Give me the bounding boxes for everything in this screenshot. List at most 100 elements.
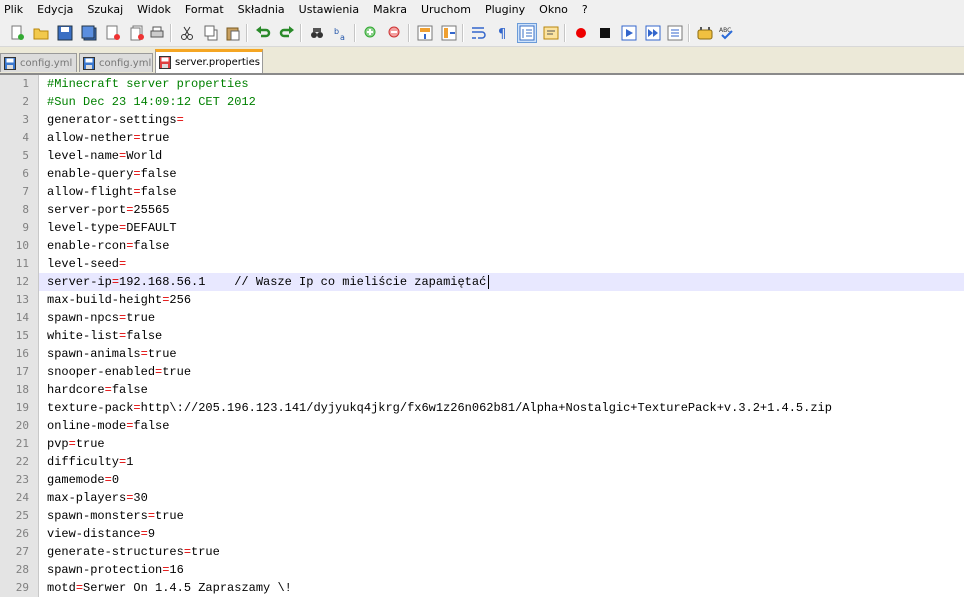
editor[interactable]: 1 2 3 4 5 6 7 8 9 10 11 12 13 14 15 16 17 18 19 20 21 22 23 24 2…	[0, 75, 964, 597]
property-key: difficulty	[47, 455, 120, 469]
code-line[interactable]: spawn-monsters=true	[39, 507, 964, 525]
sync-vertical-button[interactable]	[415, 23, 435, 43]
open-file-button[interactable]	[31, 23, 51, 43]
svg-text:a: a	[340, 33, 345, 41]
code-line[interactable]: allow-nether=true	[39, 129, 964, 147]
code-line[interactable]: level-name=World	[39, 147, 964, 165]
show-all-chars-button[interactable]: ¶	[493, 23, 513, 43]
code-line[interactable]: hardcore=false	[39, 381, 964, 399]
code-line[interactable]: view-distance=9	[39, 525, 964, 543]
plugin-button[interactable]	[695, 23, 715, 43]
code-line[interactable]: level-type=DEFAULT	[39, 219, 964, 237]
paste-button[interactable]	[223, 23, 243, 43]
menu-item-6[interactable]: Składnia	[231, 0, 292, 20]
record-macro-button[interactable]	[571, 23, 591, 43]
code-line[interactable]: max-build-height=256	[39, 291, 964, 309]
word-wrap-button[interactable]	[469, 23, 489, 43]
property-key: pvp	[47, 437, 69, 451]
property-value: true	[147, 347, 177, 361]
close-all-button[interactable]	[127, 23, 147, 43]
copy-button[interactable]	[201, 23, 221, 43]
menu-item-7[interactable]: Ustawienia	[292, 0, 366, 20]
cut-button[interactable]	[177, 23, 197, 43]
code-line[interactable]: texture-pack=http\://205.196.123.141/dyj…	[39, 399, 964, 417]
line-number: 7	[22, 185, 29, 198]
sync-horizontal-button[interactable]	[439, 23, 459, 43]
tab-1[interactable]: config.yml	[0, 53, 77, 72]
spell-check-icon: ABC	[719, 25, 735, 41]
code-line[interactable]: online-mode=false	[39, 417, 964, 435]
menu-item-4[interactable]: Widok	[130, 0, 178, 20]
property-key: max-players	[47, 491, 127, 505]
save-all-button[interactable]	[79, 23, 99, 43]
property-key: server-ip	[47, 275, 112, 289]
menu-item-1[interactable]: Plik	[0, 0, 30, 20]
save-button[interactable]	[55, 23, 75, 43]
user-language-button[interactable]	[541, 23, 561, 43]
property-value: 256	[169, 293, 192, 307]
zoom-out-button[interactable]	[385, 23, 405, 43]
menu-item-11[interactable]: Okno	[532, 0, 575, 20]
property-value: true	[75, 437, 105, 451]
save-macro-button[interactable]	[665, 23, 685, 43]
zoom-in-button[interactable]	[361, 23, 381, 43]
find-button[interactable]	[307, 23, 327, 43]
property-value: http\://205.196.123.141/dyjyukq4jkrg/fx6…	[140, 401, 832, 415]
spell-check-button[interactable]: ABC	[717, 23, 737, 43]
code-line[interactable]: generator-settings=	[39, 111, 964, 129]
tab-3[interactable]: server.properties	[155, 49, 263, 73]
play-macro-button[interactable]	[619, 23, 639, 43]
close-button[interactable]	[103, 23, 123, 43]
property-value: 1	[126, 455, 134, 469]
redo-button[interactable]	[277, 23, 297, 43]
equals-operator: =	[104, 473, 112, 487]
code-line[interactable]: difficulty=1	[39, 453, 964, 471]
menu-item-10[interactable]: Pluginy	[478, 0, 532, 20]
property-key: generate-structures	[47, 545, 184, 559]
code-line[interactable]: spawn-npcs=true	[39, 309, 964, 327]
new-file-button[interactable]	[7, 23, 27, 43]
code-line[interactable]: snooper-enabled=true	[39, 363, 964, 381]
code-line[interactable]: gamemode=0	[39, 471, 964, 489]
property-value: Serwer On 1.4.5 Zapraszamy \!	[83, 581, 292, 595]
play-multiple-macro-button[interactable]	[643, 23, 663, 43]
code-line[interactable]: spawn-protection=16	[39, 561, 964, 579]
code-line[interactable]: allow-flight=false	[39, 183, 964, 201]
menu-item-5[interactable]: Format	[178, 0, 231, 20]
code-area[interactable]: #Minecraft server properties #Sun Dec 23 …	[39, 75, 964, 597]
undo-button[interactable]	[253, 23, 273, 43]
code-line[interactable]: pvp=true	[39, 435, 964, 453]
code-line[interactable]: motd=Serwer On 1.4.5 Zapraszamy \!	[39, 579, 964, 597]
unsaved-file-icon	[159, 56, 171, 69]
code-line[interactable]: #Sun Dec 23 14:09:12 CET 2012	[39, 93, 964, 111]
code-line[interactable]: level-seed=	[39, 255, 964, 273]
line-number: 22	[15, 455, 29, 468]
stop-macro-button[interactable]	[595, 23, 615, 43]
toolbar-separator	[688, 24, 690, 42]
indent-guide-button[interactable]	[517, 23, 537, 43]
code-line[interactable]: enable-query=false	[39, 165, 964, 183]
redo-icon	[279, 25, 295, 41]
code-line[interactable]: max-players=30	[39, 489, 964, 507]
code-line[interactable]: #Minecraft server properties	[39, 75, 964, 93]
menu-item-9[interactable]: Uruchom	[414, 0, 478, 20]
menu-item-12[interactable]: ?	[575, 0, 595, 20]
menu-item-8[interactable]: Makra	[366, 0, 414, 20]
menu-item-2[interactable]: Edycja	[30, 0, 80, 20]
code-line[interactable]: spawn-animals=true	[39, 345, 964, 363]
replace-button[interactable]: ba	[331, 23, 351, 43]
zoom-out-icon	[387, 25, 403, 41]
line-number: 20	[15, 419, 29, 432]
code-line[interactable]: enable-rcon=false	[39, 237, 964, 255]
menu-item-3[interactable]: Szukaj	[80, 0, 130, 20]
code-line[interactable]: generate-structures=true	[39, 543, 964, 561]
code-line[interactable]: white-list=false	[39, 327, 964, 345]
equals-operator: =	[140, 347, 148, 361]
code-line[interactable]: server-port=25565	[39, 201, 964, 219]
print-button[interactable]	[147, 23, 167, 43]
code-line[interactable]: server-ip=192.168.56.1 // Wasze Ip co mi…	[39, 273, 964, 291]
property-key: white-list	[47, 329, 120, 343]
tab-2[interactable]: config.yml	[79, 53, 153, 72]
property-key: allow-nether	[47, 131, 134, 145]
replace-icon: ba	[333, 25, 349, 41]
